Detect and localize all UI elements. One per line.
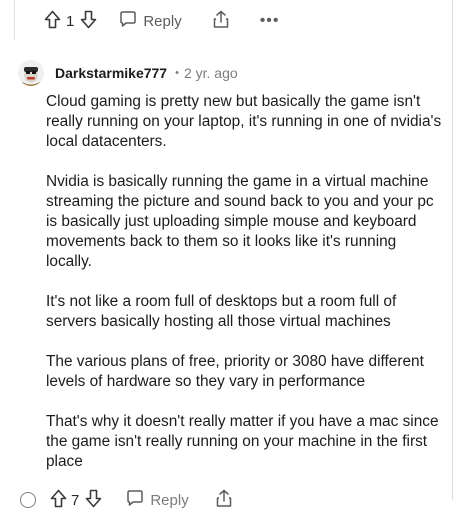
- separator-dot: •: [175, 67, 179, 79]
- collapse-circle-icon[interactable]: [20, 492, 36, 508]
- reply-label: Reply: [143, 12, 182, 30]
- comment-bubble-icon: [119, 10, 137, 32]
- comment-paragraph: Cloud gaming is pretty new but basically…: [46, 93, 442, 150]
- share-button[interactable]: [215, 489, 233, 512]
- arrow-up-icon: [44, 10, 61, 33]
- reply-button[interactable]: Reply: [119, 10, 182, 32]
- right-divider: [452, 0, 453, 500]
- share-button[interactable]: [212, 10, 230, 33]
- arrow-up-icon: [50, 489, 67, 512]
- downvote-button[interactable]: [80, 10, 97, 33]
- more-dots-icon: •••: [259, 12, 280, 29]
- vote-count: 1: [66, 12, 75, 30]
- comment-paragraph: Nvidia is basically running the game in …: [46, 173, 434, 270]
- upvote-button[interactable]: [44, 10, 61, 33]
- comment-paragraph: The various plans of free, priority or 3…: [46, 353, 424, 390]
- share-icon: [212, 10, 230, 33]
- timestamp: 2 yr. ago: [183, 65, 238, 81]
- parent-action-bar: 1 Reply •••: [44, 6, 280, 36]
- arrow-down-icon: [85, 489, 102, 512]
- share-icon: [215, 489, 233, 512]
- comment-paragraph: It's not like a room full of desktops bu…: [46, 293, 397, 330]
- comment-header: Darkstarmike777 • 2 yr. ago: [18, 58, 238, 88]
- comment-action-bar: 7 Reply: [20, 488, 233, 512]
- comment-paragraph: That's why it doesn't really matter if y…: [46, 413, 439, 470]
- reply-button[interactable]: Reply: [126, 489, 189, 511]
- more-options-button[interactable]: •••: [260, 12, 280, 30]
- vote-count: 7: [71, 491, 80, 509]
- upvote-button[interactable]: [50, 489, 67, 512]
- comment-bubble-icon: [126, 489, 144, 511]
- arrow-down-icon: [80, 10, 97, 33]
- reply-label: Reply: [150, 491, 189, 509]
- avatar[interactable]: [18, 60, 44, 86]
- thread-line: [14, 0, 15, 40]
- comment-body: Cloud gaming is pretty new but basically…: [46, 92, 442, 472]
- downvote-button[interactable]: [85, 489, 102, 512]
- username[interactable]: Darkstarmike777: [55, 65, 167, 81]
